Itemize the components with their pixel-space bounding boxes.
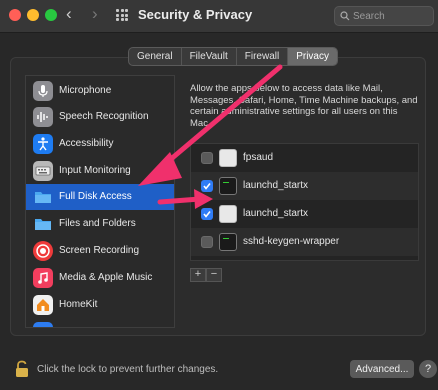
annotation-arrows [138,64,283,209]
annotation-arrow-privacy-to-full-disk [138,64,283,186]
annotation-arrow-to-app [157,189,213,209]
